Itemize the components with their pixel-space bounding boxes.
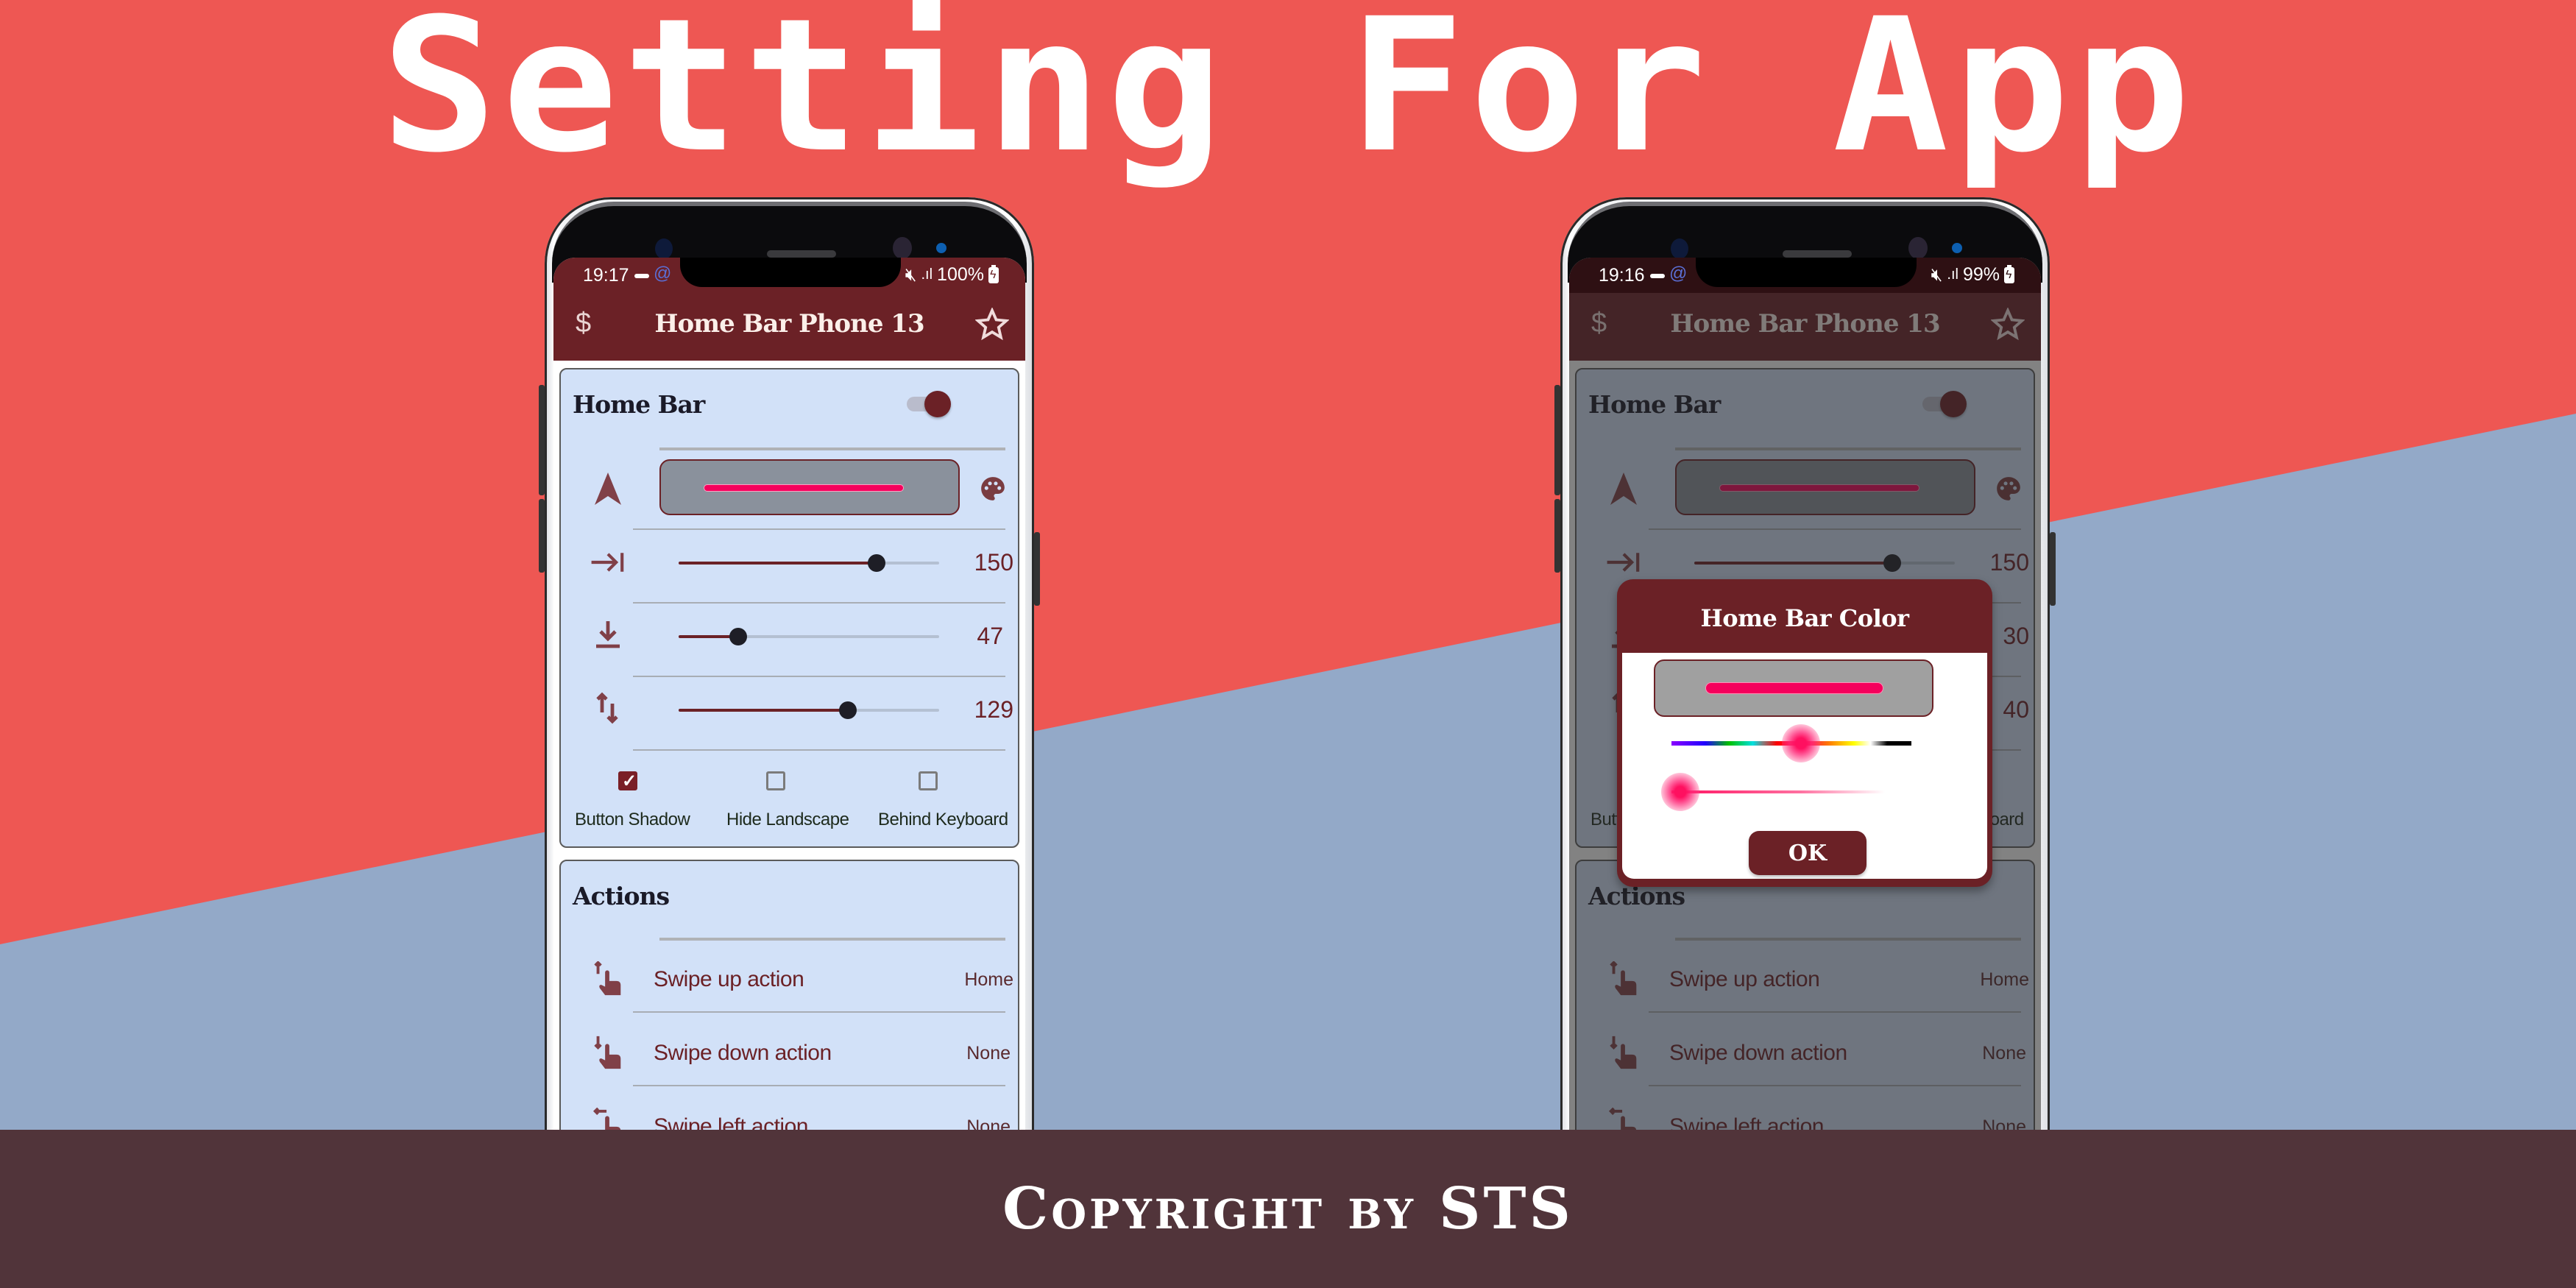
actions-card-title: Actions [573,882,670,910]
divider [633,1011,1005,1013]
banner-title: Setting For App [381,0,2195,193]
width-slider[interactable] [679,552,939,574]
battery-percent: 99% [1962,264,2000,285]
notch [680,258,901,287]
divider [633,749,1005,751]
sensor-icon [1671,238,1688,259]
toggle-knob [924,391,951,417]
color-preview [1654,659,1933,717]
mute-vibrate-icon: 🔇︎ [905,264,917,285]
hide-landscape-label: Hide Landscape [726,810,849,829]
dialog-body: OK [1622,653,1987,879]
iris-sensor [1952,243,1962,253]
bixby-button [539,499,545,573]
status-bar: 19:16 @ 🔇︎ .ıl 99% ϟ [1569,258,2041,293]
battery-percent: 100% [937,264,984,285]
settings-content: Home Bar [553,361,1025,1156]
navigation-arrow-icon [595,473,621,505]
alpha-slider-track[interactable] [1671,790,1885,793]
arrow-right-to-bar-icon [591,553,624,572]
home-bar-preview-line [704,484,904,492]
front-camera [893,237,912,259]
divider [659,938,1005,941]
height-value: 129 [974,696,1013,723]
notch [1696,258,1917,287]
hue-slider-thumb[interactable] [1782,724,1821,762]
hide-landscape-checkbox[interactable] [766,771,785,790]
front-camera [1908,237,1928,259]
action-value: Home [964,969,1013,990]
height-slider[interactable] [679,699,939,721]
home-bar-toggle[interactable] [907,391,951,417]
iris-sensor [936,243,946,253]
notification-dash-icon [1650,274,1665,278]
signal-icon: .ıl [921,266,933,283]
bixby-button [1554,499,1560,573]
status-bar: 19:17 @ 🔇︎ .ıl 100% ϟ [553,258,1025,293]
action-label: Swipe up action [654,967,804,991]
arrow-down-to-line-icon [596,621,620,648]
footer: Copyright by STS [0,1130,2576,1288]
mute-vibrate-icon: 🔇︎ [1931,264,1943,285]
app-title: Home Bar Phone 13 [654,309,924,339]
background [0,0,2576,1288]
divider [633,676,1005,677]
earpiece-speaker [1783,250,1852,258]
notification-dash-icon [634,274,649,278]
dialog-title: Home Bar Color [1700,604,1909,632]
phone-right: $ Home Bar Phone 13 Home Bar [1554,197,2056,1156]
bottom-margin-slider[interactable] [679,626,939,648]
button-shadow-checkbox[interactable] [618,771,637,792]
home-bar-card-title: Home Bar [573,390,705,419]
actions-card: Actions Swipe up action Home [559,860,1019,1156]
width-value: 150 [974,549,1013,576]
home-bar-preview[interactable] [659,459,960,515]
app-bar: $ Home Bar Phone 13 [553,293,1025,361]
behind-keyboard-label: Behind Keyboard [878,810,1008,829]
swap-vertical-icon [596,692,618,724]
phone-screen: 19:17 @ 🔇︎ .ıl 100% ϟ $ Home Bar Phone 1… [553,258,1025,1156]
alpha-slider-thumb[interactable] [1660,773,1699,811]
status-right: 🔇︎ .ıl 99% ϟ [1931,264,2014,286]
copyright-text: Copyright by STS [1002,1175,1574,1242]
behind-keyboard-checkbox[interactable] [919,771,938,790]
bottom-margin-value: 47 [977,623,1003,649]
home-bar-color-dialog: Home Bar Color OK [1617,579,1992,887]
slider-thumb[interactable] [729,628,748,645]
battery-charging-icon: ϟ [988,264,999,283]
ok-button[interactable]: OK [1749,831,1866,875]
swipe-up-icon [594,961,621,996]
slider-thumb[interactable] [868,554,886,572]
action-label: Swipe down action [654,1041,832,1065]
at-notification-icon: @ [654,263,672,283]
divider [659,447,1005,450]
phone-screen: $ Home Bar Phone 13 Home Bar [1569,258,2041,1156]
signal-icon: .ıl [1947,266,1958,283]
slider-fill [679,562,877,565]
palette-icon[interactable] [979,475,1007,503]
divider [633,602,1005,604]
star-icon[interactable] [975,308,1009,342]
button-shadow-label: Button Shadow [575,810,690,829]
status-right: 🔇︎ .ıl 100% ϟ [905,264,999,286]
slider-fill [679,709,849,712]
divider [633,528,1005,530]
sensor-icon [655,238,673,259]
action-value: None [966,1043,1011,1064]
power-button [2050,532,2056,606]
status-time: 19:17 [583,265,629,286]
home-bar-card: Home Bar [559,368,1019,848]
phone-left: 19:17 @ 🔇︎ .ıl 100% ϟ $ Home Bar Phone 1… [539,197,1040,1156]
at-notification-icon: @ [1669,263,1688,283]
battery-charging-icon: ϟ [2004,264,2014,283]
earpiece-speaker [767,250,836,258]
volume-button [1554,385,1560,495]
status-time: 19:16 [1599,265,1645,286]
divider [633,1085,1005,1086]
slider-thumb[interactable] [839,701,857,719]
color-preview-line [1705,682,1883,694]
volume-button [539,385,545,495]
power-button [1034,532,1040,606]
swipe-down-icon [594,1036,621,1069]
